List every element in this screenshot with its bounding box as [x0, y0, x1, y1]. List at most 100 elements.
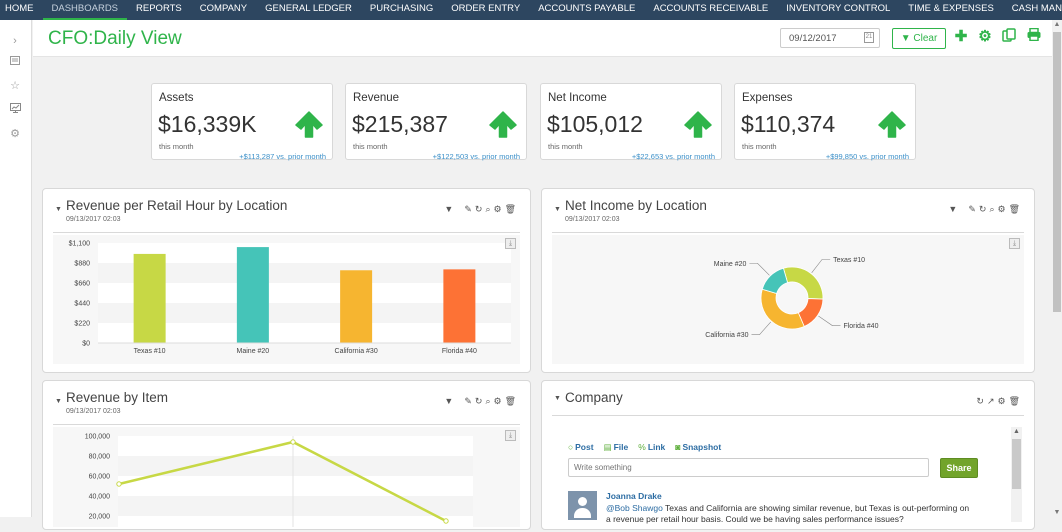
monitor-chart-icon[interactable] — [8, 103, 22, 117]
kpi-label: Revenue — [353, 92, 400, 104]
tab-snapshot[interactable]: ◙ Snapshot — [675, 442, 721, 453]
nav-item-purchasing[interactable]: PURCHASING — [361, 0, 442, 20]
kpi-card-expenses[interactable]: Expenses $110,374 this month +$99,850 vs. p… — [734, 83, 916, 161]
nav-item-company[interactable]: COMPANY — [191, 0, 256, 20]
leader-line — [818, 315, 841, 326]
edit-icon[interactable]: ✎ — [968, 204, 976, 214]
panel-timestamp: 09/13/2017 02:03 — [66, 216, 121, 223]
kpi-delta[interactable]: +$99,850 vs. prior month — [826, 152, 909, 161]
tab-post[interactable]: ○ Post — [568, 442, 594, 453]
feed-scrollbar[interactable]: ▲ — [1011, 427, 1022, 522]
collapse-toggle-icon[interactable]: ▼ — [554, 206, 561, 213]
gear-icon[interactable]: ⚙ — [977, 28, 993, 46]
gear-icon[interactable]: ⚙ — [8, 127, 22, 141]
trash-icon[interactable]: 🗑 — [1009, 204, 1020, 214]
y-tick-label: $660 — [74, 281, 90, 288]
trash-icon[interactable]: 🗑 — [505, 204, 516, 214]
nav-item-cash-manageme[interactable]: CASH MANAGEME — [1003, 0, 1062, 20]
collapse-toggle-icon[interactable]: ▼ — [554, 395, 561, 402]
filter-icon[interactable]: ▼ — [444, 396, 453, 406]
gear-icon[interactable]: ⚙ — [997, 204, 1005, 214]
calendar-icon[interactable]: 21 — [864, 32, 874, 43]
kpi-card-assets[interactable]: Assets $16,339K this month +$113,287 vs. pr… — [151, 83, 333, 161]
nav-item-home[interactable]: HOME — [0, 0, 43, 20]
refresh-icon[interactable]: ↻ — [475, 204, 483, 214]
list-icon[interactable] — [8, 55, 22, 69]
bar-florida-40[interactable] — [443, 269, 476, 343]
collapse-toggle-icon[interactable]: ▼ — [55, 206, 62, 213]
filter-icon[interactable]: ▼ — [948, 204, 957, 214]
grid-band — [118, 496, 473, 516]
donut-chart: Texas #10 Florida #40 California #30 Maine … — [705, 257, 878, 339]
post-input[interactable] — [568, 458, 929, 477]
edit-icon[interactable]: ✎ — [464, 396, 472, 406]
refresh-icon[interactable]: ↻ — [979, 204, 987, 214]
kpi-delta[interactable]: +$113,287 vs. prior month — [239, 152, 326, 161]
gear-icon[interactable]: ⚙ — [493, 204, 501, 214]
nav-item-inventory-control[interactable]: INVENTORY CONTROL — [777, 0, 899, 20]
zoom-icon[interactable]: ⌕ — [485, 396, 490, 406]
download-icon[interactable]: ⤓ — [505, 238, 516, 249]
trash-icon[interactable]: 🗑 — [505, 396, 516, 406]
nav-item-general-ledger[interactable]: GENERAL LEDGER — [256, 0, 361, 20]
line-chart-area: 20,000 40,000 60,000 80,000 100,000 ⤓ — [53, 427, 520, 532]
download-icon[interactable]: ⤓ — [1009, 238, 1020, 249]
scroll-up-arrow[interactable]: ▲ — [1052, 21, 1062, 28]
share-button[interactable]: Share — [940, 458, 978, 478]
panel-tools: ↻ ↗ ⚙ 🗑 — [976, 396, 1020, 406]
print-icon[interactable] — [1026, 27, 1042, 46]
bar-maine-20[interactable] — [236, 247, 269, 343]
kpi-label: Expenses — [742, 92, 793, 104]
data-point[interactable] — [290, 439, 296, 445]
scroll-up-arrow[interactable]: ▲ — [1011, 428, 1022, 435]
filter-icon[interactable]: ▼ — [444, 204, 453, 214]
download-icon[interactable]: ⤓ — [505, 430, 516, 441]
scrollbar-thumb[interactable] — [1012, 439, 1021, 489]
zoom-icon[interactable]: ⌕ — [485, 204, 490, 214]
tab-file[interactable]: ▤ File — [604, 442, 629, 453]
edit-icon[interactable]: ✎ — [464, 204, 472, 214]
refresh-icon[interactable]: ↻ — [475, 396, 483, 406]
chevron-right-icon[interactable]: › — [8, 34, 22, 48]
collapse-toggle-icon[interactable]: ▼ — [55, 398, 62, 405]
y-tick-label: 100,000 — [85, 434, 110, 441]
kpi-card-net-income[interactable]: Net Income $105,012 this month +$22,653 vs.… — [540, 83, 722, 161]
gear-icon[interactable]: ⚙ — [997, 396, 1005, 406]
clear-filter-button[interactable]: ▼ Clear — [892, 28, 946, 49]
nav-item-reports[interactable]: REPORTS — [127, 0, 191, 20]
panel-tools: ▼ ✎ ↻ ⌕ ⚙ 🗑 — [444, 204, 516, 214]
bar-california-30[interactable] — [340, 270, 373, 343]
kpi-delta[interactable]: +$122,503 vs. prior month — [433, 152, 520, 161]
nav-item-accounts-payable[interactable]: ACCOUNTS PAYABLE — [529, 0, 644, 20]
x-tick-label: Maine #20 — [237, 348, 270, 355]
slice-california-30[interactable] — [760, 288, 805, 330]
avatar[interactable] — [568, 491, 597, 520]
copy-icon[interactable] — [1001, 28, 1017, 46]
add-icon[interactable]: ✚ — [953, 28, 969, 46]
scrollbar-thumb[interactable] — [1053, 32, 1061, 312]
page-scrollbar[interactable]: ▲ ▼ — [1052, 20, 1062, 517]
nav-item-order-entry[interactable]: ORDER ENTRY — [442, 0, 529, 20]
trash-icon[interactable]: 🗑 — [1009, 396, 1020, 406]
date-input[interactable]: 09/12/2017 21 — [780, 28, 880, 48]
nav-item-dashboards[interactable]: DASHBOARDS — [42, 0, 128, 20]
star-icon[interactable]: ☆ — [8, 79, 22, 93]
slice-texas-10[interactable] — [782, 266, 824, 300]
data-point[interactable] — [443, 518, 449, 524]
bar-texas-10[interactable] — [133, 253, 166, 343]
tab-link[interactable]: % Link — [638, 442, 665, 453]
slice-label: Texas #10 — [833, 257, 865, 264]
post-author[interactable]: Joanna Drake — [606, 491, 662, 501]
zoom-icon[interactable]: ⌕ — [989, 204, 994, 214]
mention-link[interactable]: @Bob Shawgo — [606, 503, 663, 513]
scroll-down-arrow[interactable]: ▼ — [1052, 509, 1062, 516]
kpi-period: this month — [742, 142, 777, 151]
kpi-card-revenue[interactable]: Revenue $215,387 this month +$122,503 vs. p… — [345, 83, 527, 161]
nav-item-time-expenses[interactable]: TIME & EXPENSES — [899, 0, 1003, 20]
nav-item-accounts-receivable[interactable]: ACCOUNTS RECEIVABLE — [644, 0, 777, 20]
external-link-icon[interactable]: ↗ — [987, 396, 995, 406]
kpi-delta[interactable]: +$22,653 vs. prior month — [632, 152, 715, 161]
data-point[interactable] — [116, 481, 122, 487]
refresh-icon[interactable]: ↻ — [976, 396, 984, 406]
gear-icon[interactable]: ⚙ — [493, 396, 501, 406]
